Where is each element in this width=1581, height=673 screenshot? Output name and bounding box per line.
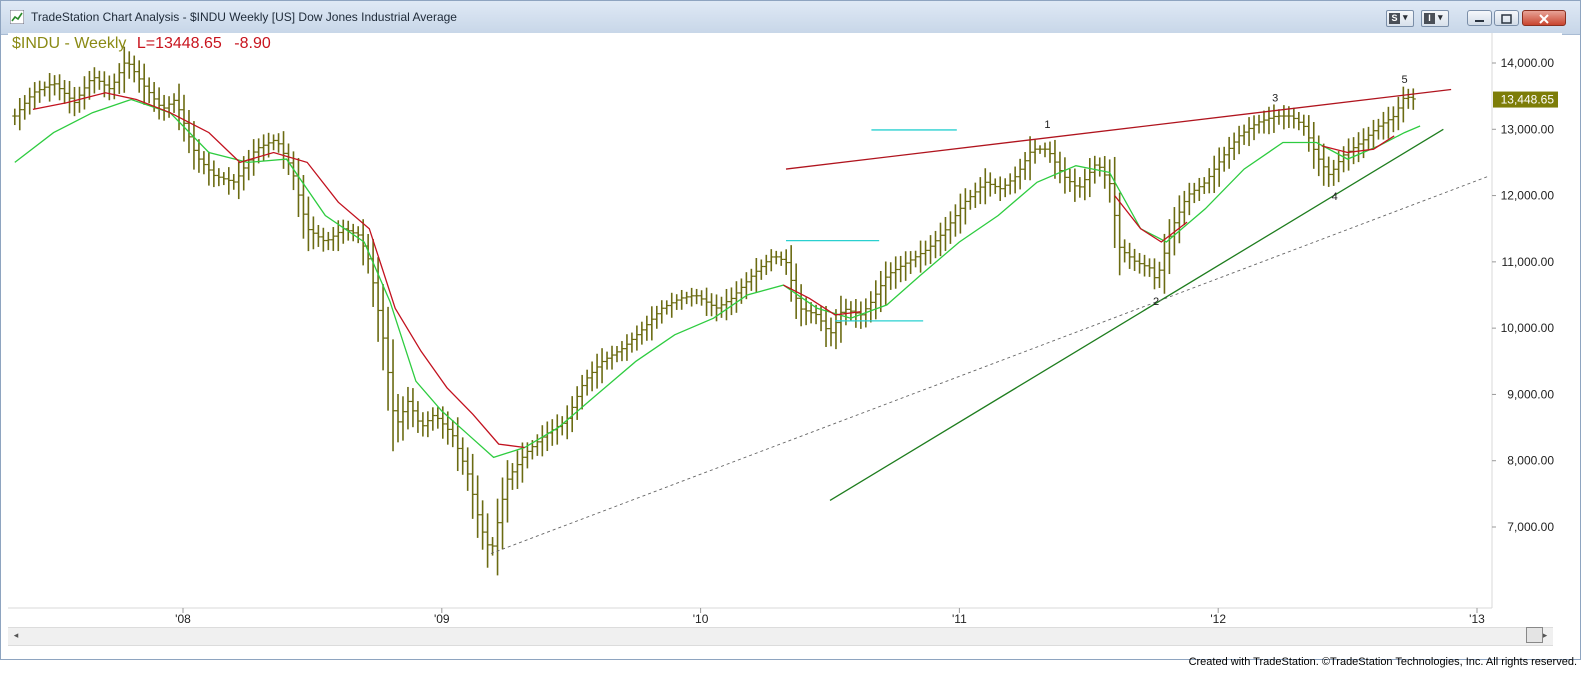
x-tick-label: '08 — [175, 612, 191, 626]
horizontal-scrollbar[interactable]: ◂ ▸ — [8, 627, 1553, 646]
x-tick-label: '09 — [434, 612, 450, 626]
moving-average-fast — [14, 98, 1421, 459]
y-tick-label: 14,000.00 — [1501, 56, 1555, 70]
x-tick-label: '13 — [1469, 612, 1485, 626]
last-price-label: L=13448.65 — [136, 35, 222, 52]
last-price-tag-label: 13,448.65 — [1501, 93, 1555, 107]
trendlines — [490, 88, 1491, 554]
price-bars — [12, 46, 1416, 576]
wave-label: 1 — [1044, 119, 1050, 131]
indicator-lines — [14, 92, 1421, 459]
y-tick-label: 7,000.00 — [1507, 520, 1554, 534]
wave-label: 4 — [1332, 191, 1338, 203]
scroll-left-arrow-icon[interactable]: ◂ — [8, 629, 24, 644]
x-tick-label: '12 — [1210, 612, 1226, 626]
y-tick-label: 8,000.00 — [1507, 454, 1554, 468]
price-change: -8.90 — [234, 35, 271, 52]
x-tick-label: '10 — [693, 612, 709, 626]
scroll-thumb[interactable] — [1526, 627, 1543, 643]
y-tick-label: 11,000.00 — [1502, 255, 1555, 269]
y-axis-ticks: 14,000.00 13,000.00 12,000.00 11,000.00 10,0… — [1492, 56, 1554, 534]
last-price-tag-group: 13,448.65 — [1493, 91, 1558, 108]
y-tick-label: 12,000.00 — [1501, 189, 1555, 203]
y-tick-label: 10,000.00 — [1501, 321, 1555, 335]
x-axis-ticks: '08 '09 '10 '11 '12 '13 — [175, 608, 1485, 626]
footer-copyright: Created with TradeStation. ©TradeStation… — [1188, 656, 1577, 668]
y-tick-label: 13,000.00 — [1501, 122, 1555, 136]
wave-label: 5 — [1401, 74, 1407, 86]
wave-label: 2 — [1153, 296, 1159, 308]
wave-labels: 1 2 3 4 5 — [1044, 74, 1407, 308]
symbol-name: $INDU - Weekly — [12, 35, 127, 52]
support-trendline — [829, 128, 1444, 502]
symbol-header: $INDU - Weekly L=13448.65 -8.90 — [12, 35, 271, 53]
y-tick-label: 9,000.00 — [1507, 387, 1554, 401]
x-tick-label: '11 — [952, 612, 967, 626]
price-chart[interactable]: 14,000.00 13,000.00 12,000.00 11,000.00 10,0… — [0, 0, 1581, 673]
wave-label: 3 — [1272, 92, 1278, 104]
lower-channel-trendline — [490, 175, 1491, 554]
